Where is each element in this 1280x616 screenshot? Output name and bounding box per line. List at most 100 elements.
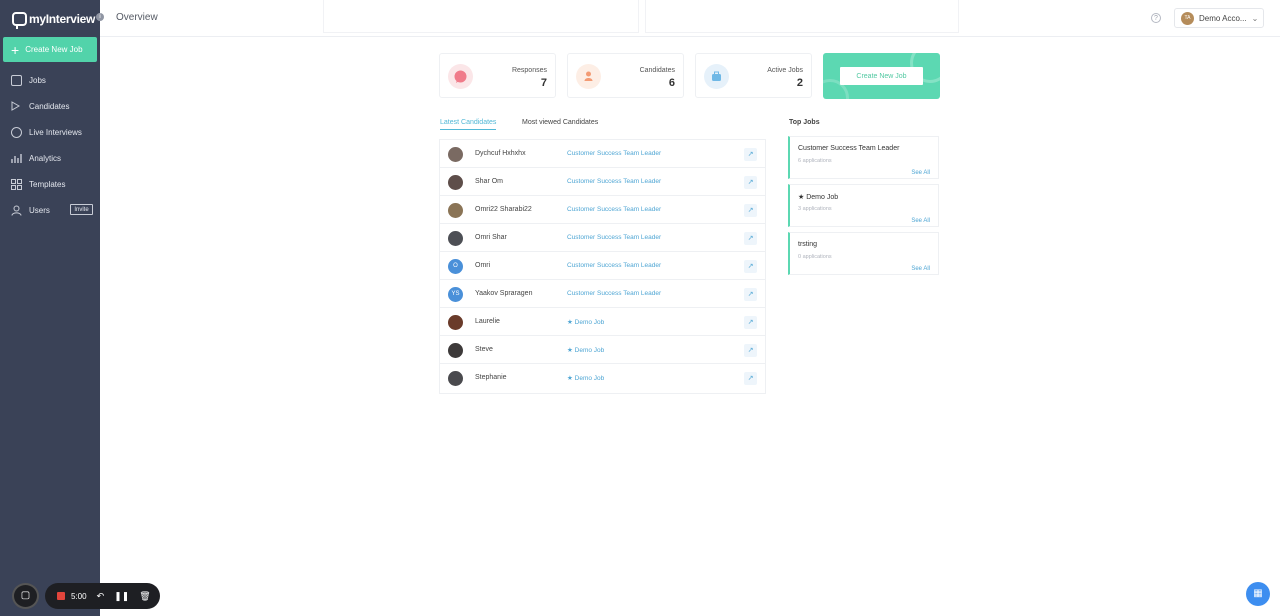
create-new-job-button[interactable]: + Create New Job [3, 37, 97, 62]
avatar [448, 315, 463, 330]
see-all-link[interactable]: See All [911, 218, 930, 224]
sidebar-item-label: Jobs [29, 75, 46, 85]
candidate-job-link[interactable]: Customer Success Team Leader [567, 178, 661, 185]
stat-card-candidates: Candidates 6 [567, 53, 684, 98]
stat-value: 6 [668, 77, 675, 89]
see-all-link[interactable]: See All [911, 170, 930, 176]
account-name: Demo Acco... [1199, 13, 1247, 23]
top-job-card[interactable]: trsting 0 applications See All [788, 232, 939, 275]
candidate-name: Steve [475, 346, 493, 353]
sidebar-item-label: Live Interviews [29, 127, 82, 137]
list-item[interactable]: Omri22 Sharabi22 Customer Success Team L… [440, 196, 765, 224]
avatar: O [448, 259, 463, 274]
job-applications: 0 applications [798, 254, 832, 260]
external-link-icon[interactable]: ↗ [744, 148, 757, 161]
tab-latest-candidates[interactable]: Latest Candidates [440, 119, 497, 130]
sidebar: myInterview + Create New Job Jobs Candid… [0, 0, 100, 616]
see-all-link[interactable]: See All [911, 266, 930, 272]
candidate-name: Dychcuf Hxhxhx [475, 150, 526, 157]
job-title: trsting [798, 241, 818, 248]
external-link-icon[interactable]: ↗ [744, 232, 757, 245]
header-placeholder-panel [645, 0, 959, 33]
external-link-icon[interactable]: ↗ [744, 316, 757, 329]
stat-label: Candidates [639, 67, 675, 74]
top-job-card[interactable]: Customer Success Team Leader 6 applicati… [788, 136, 939, 179]
create-new-job-card-button[interactable]: Create New Job [840, 67, 923, 85]
list-item[interactable]: YS Yaakov Spraragen Customer Success Tea… [440, 280, 765, 308]
create-job-card: Create New Job [823, 53, 940, 99]
sidebar-item-candidates[interactable]: Candidates [0, 95, 100, 117]
job-title: Customer Success Team Leader [798, 145, 900, 152]
list-item[interactable]: Shar Om Customer Success Team Leader ↗ [440, 168, 765, 196]
info-icon[interactable]: i [96, 13, 104, 21]
list-item[interactable]: Omri Shar Customer Success Team Leader ↗ [440, 224, 765, 252]
app-logo[interactable]: myInterview [12, 10, 96, 29]
candidate-name: Omri [475, 262, 491, 269]
chevron-down-icon: ⌄ [1251, 13, 1259, 23]
stat-card-active-jobs: Active Jobs 2 [695, 53, 812, 98]
responses-icon [448, 64, 473, 89]
play-icon [11, 100, 22, 112]
candidate-name: Omri Shar [475, 234, 507, 241]
candidate-name: Shar Om [475, 178, 504, 185]
tab-most-viewed-candidates[interactable]: Most viewed Candidates [522, 119, 598, 129]
camera-icon[interactable]: ▢ [12, 583, 39, 609]
avatar [448, 147, 463, 162]
plus-icon: + [11, 41, 20, 58]
sidebar-item-label: Analytics [29, 153, 62, 163]
sidebar-item-label: Users [29, 205, 50, 215]
external-link-icon[interactable]: ↗ [744, 260, 757, 273]
pause-icon[interactable]: ❚❚ [114, 591, 129, 602]
list-item[interactable]: Steve ★ Demo Job ↗ [440, 336, 765, 364]
avatar [448, 203, 463, 218]
candidate-name: Omri22 Sharabi22 [475, 206, 532, 213]
undo-icon[interactable]: ↶ [97, 591, 105, 602]
external-link-icon[interactable]: ↗ [744, 176, 757, 189]
list-item[interactable]: Laurelie ★ Demo Job ↗ [440, 308, 765, 336]
person-icon [576, 64, 601, 89]
avatar: TA [1181, 11, 1194, 25]
chat-icon[interactable]: ▦ [1246, 582, 1270, 606]
stop-record-button[interactable] [57, 592, 65, 600]
external-link-icon[interactable]: ↗ [744, 372, 757, 385]
page-title: Overview [116, 12, 158, 23]
invite-button[interactable]: Invite [70, 204, 93, 215]
candidate-job-link[interactable]: Customer Success Team Leader [567, 262, 661, 269]
header-placeholder-panel [323, 0, 639, 33]
external-link-icon[interactable]: ↗ [744, 204, 757, 217]
candidate-job-link[interactable]: ★ Demo Job [567, 374, 604, 382]
candidate-name: Laurelie [475, 318, 500, 325]
headset-icon [11, 126, 22, 138]
list-item[interactable]: Dychcuf Hxhxhx Customer Success Team Lea… [440, 140, 765, 168]
job-applications: 6 applications [798, 158, 832, 164]
job-title: ★ Demo Job [798, 194, 839, 201]
logo-text: myInterview [29, 12, 96, 26]
help-icon[interactable]: ? [1151, 13, 1161, 23]
candidate-job-link[interactable]: ★ Demo Job [567, 318, 604, 326]
avatar [448, 343, 463, 358]
sidebar-item-analytics[interactable]: Analytics [0, 147, 100, 169]
sidebar-item-jobs[interactable]: Jobs [0, 69, 100, 91]
list-item[interactable]: O Omri Customer Success Team Leader ↗ [440, 252, 765, 280]
candidate-job-link[interactable]: Customer Success Team Leader [567, 150, 661, 157]
list-item[interactable]: Stephanie ★ Demo Job ↗ [440, 364, 765, 392]
sidebar-item-templates[interactable]: Templates [0, 173, 100, 195]
sidebar-item-live-interviews[interactable]: Live Interviews [0, 121, 100, 143]
candidate-job-link[interactable]: ★ Demo Job [567, 346, 604, 354]
account-menu[interactable]: TA Demo Acco... ⌄ [1174, 8, 1264, 28]
stat-value: 7 [540, 77, 547, 89]
external-link-icon[interactable]: ↗ [744, 288, 757, 301]
avatar: YS [448, 287, 463, 302]
job-applications: 3 applications [798, 206, 832, 212]
candidates-list: Dychcuf Hxhxhx Customer Success Team Lea… [439, 139, 766, 394]
candidate-job-link[interactable]: Customer Success Team Leader [567, 290, 661, 297]
top-job-card[interactable]: ★ Demo Job 3 applications See All [788, 184, 939, 227]
bar-chart-icon [11, 153, 22, 164]
external-link-icon[interactable]: ↗ [744, 344, 757, 357]
candidate-name: Yaakov Spraragen [475, 290, 533, 297]
create-new-job-label: Create New Job [25, 45, 83, 54]
candidate-job-link[interactable]: Customer Success Team Leader [567, 234, 661, 241]
avatar [448, 371, 463, 386]
trash-icon[interactable]: 🗑 [139, 591, 150, 602]
candidate-job-link[interactable]: Customer Success Team Leader [567, 206, 661, 213]
